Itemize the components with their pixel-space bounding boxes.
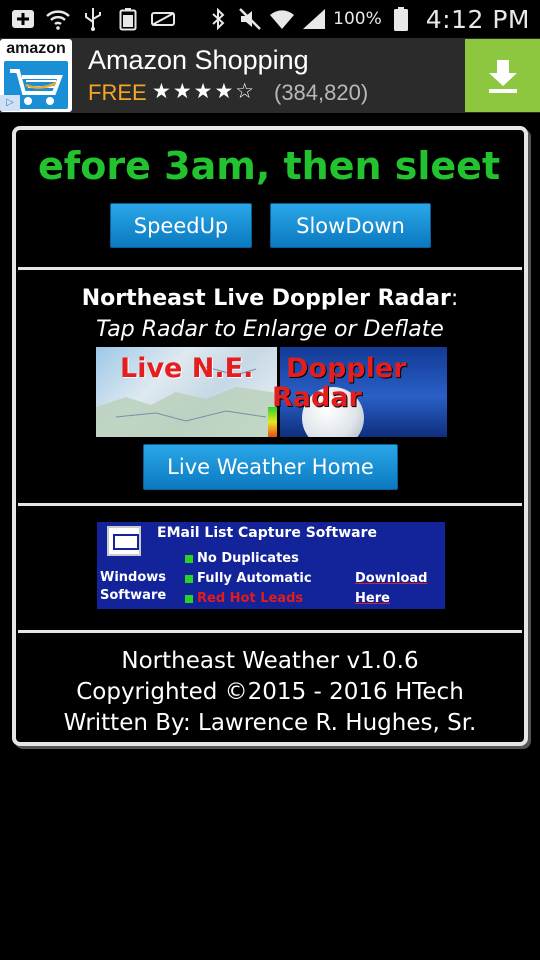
add-icon: [10, 6, 36, 32]
radar-subtitle: Tap Radar to Enlarge or Deflate: [96, 317, 444, 342]
status-bar: 100% 4:12 PM: [0, 0, 540, 38]
ad-price: FREE: [88, 80, 147, 105]
radar-image-text-3: Radar: [272, 382, 362, 413]
clock: 4:12 PM: [425, 4, 530, 34]
usb-icon: [80, 6, 106, 32]
email-ad-features: No Duplicates Fully Automatic Red Hot Le…: [185, 549, 312, 609]
feature-item: No Duplicates: [185, 549, 312, 569]
email-ad-title: EMail List Capture Software: [157, 525, 377, 541]
download-arrow-icon: [488, 59, 517, 93]
battery-percent: 100%: [333, 9, 382, 29]
radar-image-text-1: Live N.E.: [120, 353, 254, 384]
email-software-ad[interactable]: EMail List Capture Software Windows Soft…: [97, 522, 445, 609]
download-button[interactable]: [465, 39, 540, 112]
ad-banner[interactable]: amazon ▷ Amazon Shopping FREE ★★★★☆ (384…: [0, 38, 540, 113]
battery-icon: [388, 6, 414, 32]
feature-item: Fully Automatic: [185, 569, 312, 589]
cell-signal-icon: [301, 6, 327, 32]
rating-stars: ★★★★☆: [152, 79, 257, 103]
radar-title-text: Northeast Live Doppler Radar: [81, 286, 451, 311]
radar-title: Northeast Live Doppler Radar:: [16, 286, 524, 311]
slow-down-button[interactable]: SlowDown: [270, 203, 431, 248]
main-panel: efore 3am, then sleet be SpeedUp SlowDow…: [12, 126, 528, 746]
review-count: (384,820): [274, 80, 369, 105]
app-version: Northeast Weather v1.0.6: [121, 648, 419, 674]
ad-brand-text: amazon: [6, 40, 66, 57]
email-envelope-icon: [107, 526, 141, 556]
live-weather-home-button[interactable]: Live Weather Home: [143, 444, 398, 490]
feature-item: Red Hot Leads: [185, 589, 312, 609]
forecast-marquee: efore 3am, then sleet be: [38, 142, 508, 190]
voicemail-icon: [150, 6, 176, 32]
radar-title-colon: :: [450, 286, 459, 311]
copyright-text: Copyrighted ©2015 - 2016 HTech: [76, 679, 464, 705]
divider: [18, 630, 522, 633]
battery-saver-icon: [115, 6, 141, 32]
amazon-app-icon[interactable]: amazon ▷: [0, 39, 72, 112]
notification-icons: [10, 6, 176, 32]
divider: [18, 503, 522, 506]
divider: [18, 267, 522, 270]
email-ad-platform-line-2: Software: [100, 588, 167, 603]
mute-icon: [237, 6, 263, 32]
wifi-icon: [45, 6, 71, 32]
download-link-line-1[interactable]: Download: [355, 569, 427, 589]
download-link-line-2[interactable]: Here: [355, 589, 427, 609]
system-icons: 100% 4:12 PM: [205, 4, 530, 34]
forecast-marquee-text: efore 3am, then sleet be: [38, 144, 508, 188]
email-ad-platform: Windows Software: [100, 569, 166, 605]
app-footer: Northeast Weather v1.0.6 Copyrighted ©20…: [16, 646, 524, 739]
author-text: Written By: Lawrence R. Hughes, Sr.: [63, 710, 477, 736]
radar-image[interactable]: Live N.E. Doppler Radar: [96, 347, 447, 437]
ad-title: Amazon Shopping: [88, 45, 309, 75]
email-ad-platform-line-1: Windows: [100, 570, 167, 585]
wifi-signal-icon: [269, 6, 295, 32]
email-ad-download-link[interactable]: Download Here: [355, 569, 427, 609]
bluetooth-icon: [205, 6, 231, 32]
ad-choices-icon[interactable]: ▷: [0, 95, 20, 111]
speed-up-button[interactable]: SpeedUp: [110, 203, 252, 248]
radar-image-text-2: Doppler: [286, 353, 407, 384]
